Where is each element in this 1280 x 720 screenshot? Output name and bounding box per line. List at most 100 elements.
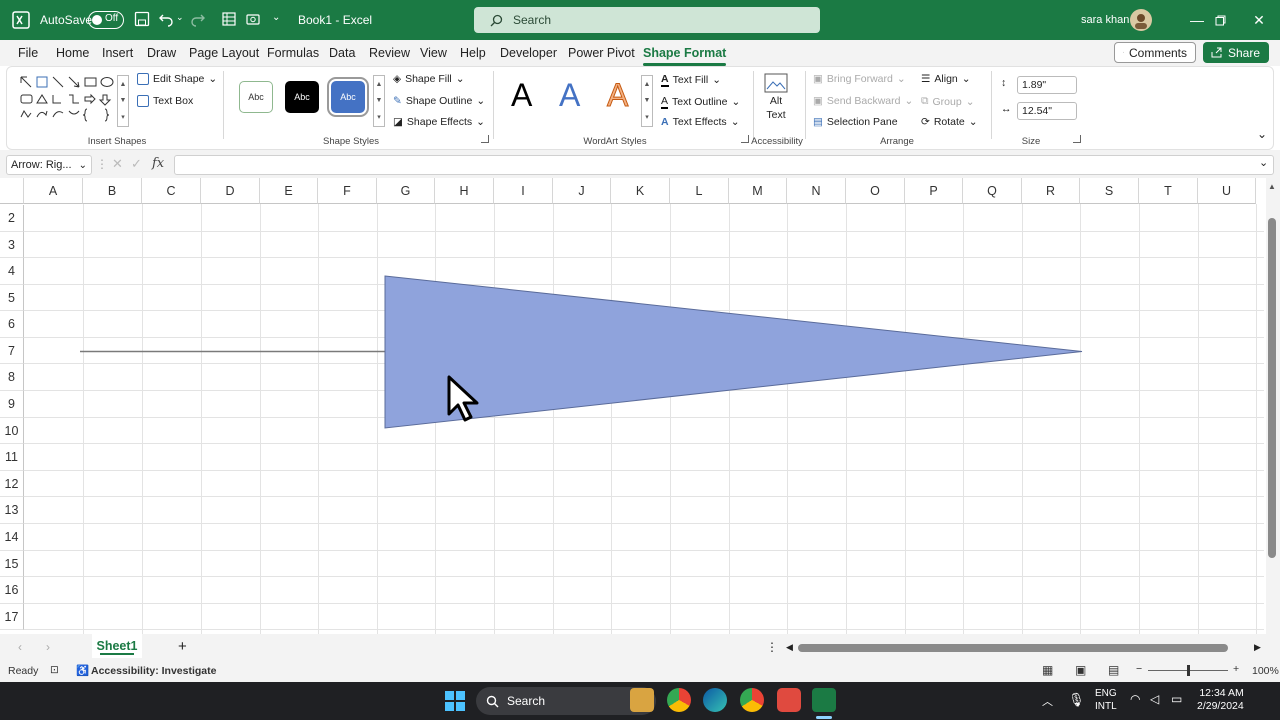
form-icon[interactable] (222, 12, 236, 26)
page-break-view-icon[interactable]: ▤ (1108, 663, 1119, 677)
camera-icon[interactable] (246, 12, 260, 26)
zoom-in-icon[interactable]: + (1233, 663, 1239, 675)
save-icon[interactable] (134, 11, 150, 27)
tab-shape-format[interactable]: Shape Format (643, 46, 727, 66)
collapse-ribbon-icon[interactable]: ⌄ (1257, 127, 1267, 141)
wifi-icon[interactable]: ◠ (1130, 692, 1140, 706)
comments-button[interactable]: Comments (1114, 42, 1196, 63)
shape-outline-button[interactable]: ✎ Shape Outline ⌄ (393, 95, 485, 107)
scroll-down-icon[interactable]: ▼ (376, 97, 383, 104)
microphone-icon[interactable]: 🎙 (1068, 692, 1085, 708)
dialog-launcher-icon[interactable] (741, 135, 749, 143)
scroll-up-icon[interactable]: ▲ (376, 81, 383, 88)
worksheet-grid[interactable]: A B C D E F G H I J K L M N O P Q R S T … (0, 178, 1280, 634)
undo-dropdown-icon[interactable]: ⌄ (176, 12, 184, 23)
shape-height-input[interactable]: 1.89" (1017, 76, 1077, 94)
redo-icon[interactable] (190, 11, 206, 27)
bring-forward-button[interactable]: ▣ Bring Forward ⌄ (813, 73, 906, 85)
group-button[interactable]: ⧉ Group ⌄ (921, 95, 975, 108)
wordart-blue[interactable]: A (559, 77, 580, 114)
shape-fill-button[interactable]: ◈ Shape Fill ⌄ (393, 73, 465, 85)
prev-sheet-icon[interactable]: ‹ (18, 640, 22, 654)
arrow-shape[interactable] (0, 178, 1260, 634)
zoom-slider-thumb[interactable] (1187, 665, 1190, 676)
chrome-profile-icon[interactable] (740, 688, 764, 712)
tab-review[interactable]: Review (369, 46, 410, 60)
tab-power-pivot[interactable]: Power Pivot (568, 46, 635, 60)
arrow-head-triangle[interactable] (384, 275, 1083, 429)
excel-taskbar-icon[interactable] (812, 688, 836, 712)
scroll-left-icon[interactable]: ◀ (786, 642, 793, 653)
formula-input[interactable] (174, 155, 1274, 175)
clock[interactable]: 12:34 AM 2/29/2024 (1197, 687, 1244, 713)
customize-qat-icon[interactable]: ⌄ (272, 12, 280, 23)
shape-effects-button[interactable]: ◪ Shape Effects ⌄ (393, 116, 485, 128)
shape-gallery-scroll[interactable]: ▲ ▼ ▾ (117, 75, 129, 127)
windows-start-icon[interactable] (445, 691, 465, 711)
vertical-scroll-thumb[interactable] (1268, 218, 1276, 558)
text-box-button[interactable]: Text Box (137, 95, 193, 107)
dialog-launcher-icon[interactable] (1073, 135, 1081, 143)
send-backward-button[interactable]: ▣ Send Backward ⌄ (813, 95, 913, 107)
alt-text-button[interactable]: Alt Text (763, 73, 789, 121)
tab-view[interactable]: View (420, 46, 447, 60)
tab-page-layout[interactable]: Page Layout (189, 46, 259, 60)
undo-icon[interactable] (158, 11, 174, 27)
text-fill-button[interactable]: A Text Fill ⌄ (661, 73, 721, 87)
more-icon[interactable]: ▾ (645, 113, 649, 121)
autosave-toggle[interactable]: Off (88, 11, 124, 29)
chevron-down-icon[interactable]: ⌄ (79, 160, 87, 171)
expand-formula-icon[interactable]: ⌄ (1259, 156, 1268, 169)
scroll-up-icon[interactable]: ▲ (120, 81, 127, 88)
dialog-launcher-icon[interactable] (481, 135, 489, 143)
shape-width-input[interactable]: 12.54" (1017, 102, 1077, 120)
avatar[interactable] (1130, 9, 1152, 31)
shape-style-black[interactable]: Abc (285, 81, 319, 113)
shape-styles-scroll[interactable]: ▲ ▼ ▾ (373, 75, 385, 127)
rotate-button[interactable]: ⟳ Rotate ⌄ (921, 116, 978, 128)
page-layout-view-icon[interactable]: ▣ (1075, 663, 1086, 677)
formula-options-icon[interactable]: ⋮ (96, 157, 108, 171)
edit-shape-button[interactable]: Edit Shape ⌄ (137, 73, 217, 85)
normal-view-icon[interactable]: ▦ (1042, 663, 1053, 677)
sheet-options-icon[interactable]: ⋮ (766, 640, 778, 654)
tab-home[interactable]: Home (56, 46, 89, 60)
edge-icon[interactable] (703, 688, 727, 712)
share-button[interactable]: Share (1203, 42, 1269, 63)
taskbar-app-icon[interactable] (630, 688, 654, 712)
tab-formulas[interactable]: Formulas (267, 46, 319, 60)
more-icon[interactable]: ▾ (121, 113, 125, 121)
camtasia-icon[interactable] (777, 688, 801, 712)
name-box[interactable]: Arrow: Rig... ⌄ (6, 155, 92, 175)
taskbar-search[interactable]: Search (476, 687, 656, 715)
accessibility-status[interactable]: Accessibility: Investigate (91, 665, 216, 677)
more-icon[interactable]: ▾ (377, 113, 381, 121)
user-name[interactable]: sara khan (1081, 14, 1129, 26)
tab-help[interactable]: Help (460, 46, 486, 60)
sheet-tab[interactable]: Sheet1 (92, 634, 142, 658)
chrome-icon[interactable] (667, 688, 691, 712)
zoom-level[interactable]: 100% (1252, 665, 1279, 677)
wordart-scroll[interactable]: ▲ ▼ ▾ (641, 75, 653, 127)
cancel-icon[interactable]: ✕ (112, 156, 123, 172)
shape-style-outline[interactable]: Abc (239, 81, 273, 113)
text-outline-button[interactable]: A Text Outline ⌄ (661, 95, 740, 109)
tab-draw[interactable]: Draw (147, 46, 176, 60)
scroll-up-icon[interactable]: ▲ (644, 81, 651, 88)
zoom-out-icon[interactable]: − (1136, 663, 1142, 675)
scroll-down-icon[interactable]: ▼ (644, 97, 651, 104)
macro-record-icon[interactable]: ⊡ (50, 664, 59, 676)
battery-icon[interactable]: ▭ (1171, 692, 1182, 706)
insert-function-icon[interactable]: fx (152, 156, 164, 171)
next-sheet-icon[interactable]: › (46, 640, 50, 654)
language-indicator[interactable]: ENG INTL (1095, 687, 1117, 713)
tab-file[interactable]: File (18, 46, 38, 60)
chevron-up-icon[interactable]: ︿ (1042, 693, 1053, 709)
close-icon[interactable]: ✕ (1236, 0, 1280, 40)
text-effects-button[interactable]: A Text Effects ⌄ (661, 116, 740, 128)
scroll-down-icon[interactable]: ▼ (120, 97, 127, 104)
volume-icon[interactable]: ◁ (1150, 692, 1159, 706)
wordart-orange[interactable]: A (606, 77, 628, 114)
align-button[interactable]: ☰ Align ⌄ (921, 73, 971, 85)
shape-gallery[interactable] (19, 75, 115, 127)
